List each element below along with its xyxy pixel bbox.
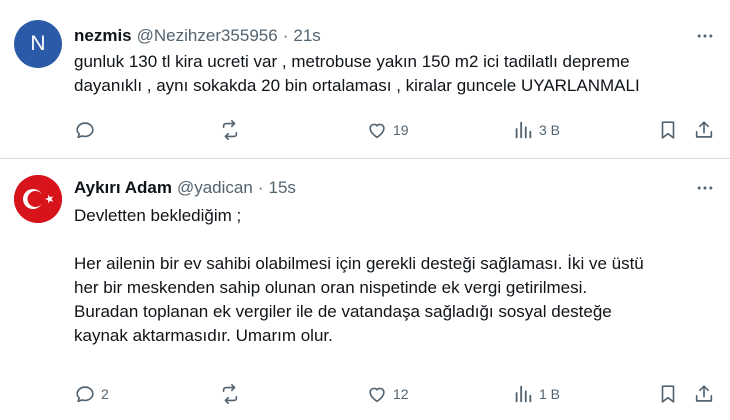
retweet-button[interactable]	[219, 118, 246, 142]
reply-icon	[76, 122, 94, 139]
like-button[interactable]: 19	[366, 118, 409, 142]
reply-button[interactable]	[74, 118, 101, 142]
tweet-header: nezmis @Nezihzer355956 · 21s	[74, 23, 321, 49]
text-line: Devletten beklediğim ;	[74, 206, 242, 225]
retweet-icon	[222, 120, 238, 140]
text-line: dayanıklı , aynı sokakda 20 bin ortalama…	[74, 76, 640, 95]
retweet-icon	[222, 384, 238, 404]
user-handle[interactable]: @Nezihzer355956	[137, 26, 278, 46]
avatar[interactable]	[14, 175, 62, 223]
bookmark-button[interactable]	[657, 382, 679, 406]
like-button[interactable]: 12	[366, 382, 409, 406]
separator: ·	[282, 26, 289, 45]
avatar-letter: N	[30, 32, 46, 55]
text-line: her bir meskenden sahip olunan oran nisp…	[74, 278, 588, 297]
display-name[interactable]: nezmis	[74, 26, 132, 46]
more-icon	[697, 34, 713, 38]
tweet-text: gunluk 130 tl kira ucreti var , metrobus…	[74, 50, 714, 98]
share-icon	[695, 121, 713, 138]
views-count: 3 B	[539, 122, 561, 138]
text-line: gunluk 130 tl kira ucreti var , metrobus…	[74, 52, 630, 71]
like-icon	[369, 123, 385, 139]
reply-count: 2	[101, 386, 109, 402]
tweet-text: Devletten beklediğim ; Her ailenin bir e…	[74, 204, 714, 348]
display-name[interactable]: Aykırı Adam	[74, 178, 172, 198]
views-icon	[515, 385, 532, 403]
reply-button[interactable]: 2	[74, 382, 109, 406]
more-icon	[697, 186, 713, 190]
retweet-button[interactable]	[219, 382, 246, 406]
like-count: 12	[393, 386, 409, 402]
views-count: 1 B	[539, 386, 561, 402]
more-button[interactable]	[690, 24, 720, 48]
avatar[interactable]: N	[14, 20, 62, 68]
text-line: Her ailenin bir ev sahibi olabilmesi içi…	[74, 254, 644, 273]
user-handle[interactable]: @yadican	[177, 178, 253, 198]
like-count: 19	[393, 122, 409, 138]
bookmark-icon	[661, 121, 675, 139]
views-button[interactable]: 1 B	[512, 382, 560, 406]
timestamp[interactable]: 21s	[293, 26, 320, 46]
timestamp[interactable]: 15s	[268, 178, 295, 198]
share-button[interactable]	[693, 382, 715, 406]
separator: ·	[257, 178, 264, 197]
tweet[interactable]: N nezmis @Nezihzer355956 · 21s gunluk 13…	[0, 0, 730, 158]
more-button[interactable]	[690, 176, 720, 200]
share-button[interactable]	[693, 118, 715, 142]
like-icon	[369, 387, 385, 403]
reply-icon	[76, 386, 94, 403]
bookmark-button[interactable]	[657, 118, 679, 142]
tweet[interactable]: Aykırı Adam @yadican · 15s Devletten bek…	[0, 158, 730, 420]
tweet-header: Aykırı Adam @yadican · 15s	[74, 175, 296, 201]
views-icon	[515, 121, 532, 139]
views-button[interactable]: 3 B	[512, 118, 560, 142]
text-line: kaynak aktarmasıdır. Umarım olur.	[74, 326, 333, 345]
bookmark-icon	[661, 385, 675, 403]
text-line: Buradan toplanan ek vergiler ile de vata…	[74, 302, 612, 321]
turkish-flag-icon	[14, 175, 62, 223]
share-icon	[695, 385, 713, 402]
